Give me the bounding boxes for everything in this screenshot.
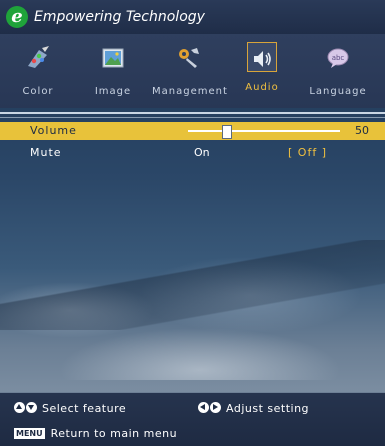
tab-label-audio: Audio	[245, 82, 279, 93]
header-divider	[0, 112, 385, 114]
adjust-setting-text: Adjust setting	[226, 402, 310, 415]
return-menu-hint: MENU Return to main menu	[14, 427, 177, 440]
return-menu-text: Return to main menu	[50, 427, 178, 440]
empowering-logo-icon: e	[6, 6, 28, 28]
mute-option-on[interactable]: On	[194, 146, 210, 159]
projector-osd: e Empowering Technology Color Image Mana…	[0, 0, 385, 446]
tab-audio[interactable]: Audio	[226, 42, 298, 104]
volume-label: Volume	[30, 124, 77, 137]
select-feature-hint: Select feature	[14, 402, 126, 415]
brand-title: Empowering Technology	[34, 9, 205, 25]
menu-key-icon: MENU	[14, 428, 45, 439]
tab-label-management: Management	[152, 86, 228, 97]
speaker-icon	[254, 51, 271, 67]
tab-management[interactable]: Management	[152, 42, 228, 104]
tab-label-language: Language	[309, 86, 367, 97]
osd-header: e Empowering Technology	[0, 0, 385, 34]
left-arrow-icon	[198, 402, 209, 413]
tab-color[interactable]: Color	[2, 42, 74, 104]
down-arrow-icon	[26, 402, 37, 413]
mute-row[interactable]: Mute On [ Off ]	[0, 144, 385, 162]
right-arrow-icon	[210, 402, 221, 413]
tab-image[interactable]: Image	[77, 42, 149, 104]
volume-slider-thumb[interactable]	[222, 125, 232, 139]
tab-label-image: Image	[94, 86, 132, 97]
tab-bar: Color Image Management Audio abc Languag…	[0, 34, 385, 108]
volume-row[interactable]: Volume 50	[0, 122, 385, 140]
mute-label: Mute	[30, 146, 62, 159]
language-bubble-icon: abc	[327, 48, 349, 68]
up-arrow-icon	[14, 402, 25, 413]
adjust-setting-hint: Adjust setting	[198, 402, 309, 415]
color-palette-icon	[28, 46, 49, 68]
image-icon	[102, 48, 124, 68]
volume-value: 50	[355, 124, 369, 137]
mute-option-off[interactable]: [ Off ]	[288, 146, 327, 159]
management-tools-icon	[179, 48, 199, 68]
osd-footer: Select feature Adjust setting MENU Return…	[0, 392, 385, 446]
svg-text:abc: abc	[332, 54, 345, 62]
tab-label-color: Color	[22, 86, 54, 97]
tab-language[interactable]: abc Language	[302, 42, 374, 104]
select-feature-text: Select feature	[42, 402, 127, 415]
header-divider-thin	[0, 117, 385, 118]
volume-slider-track[interactable]	[188, 130, 340, 132]
